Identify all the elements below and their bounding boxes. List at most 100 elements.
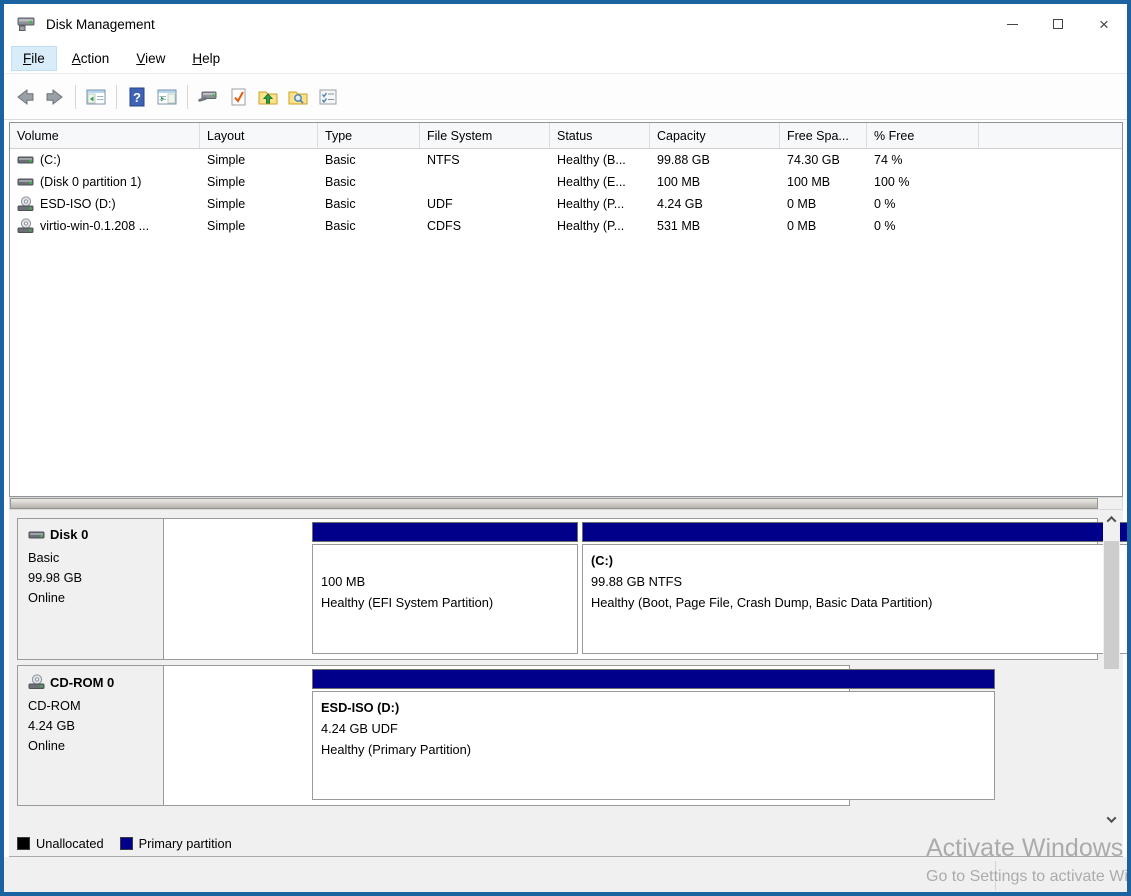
close-icon: ×: [1099, 16, 1109, 33]
partition-c[interactable]: (C:)99.88 GB NTFSHealthy (Boot, Page Fil…: [582, 522, 1131, 654]
status-bar: [4, 857, 1127, 896]
horizontal-scrollbar-thumb[interactable]: [10, 498, 1098, 509]
menu-action[interactable]: Action: [61, 47, 121, 70]
drive-icon: [17, 175, 35, 189]
console-tree-icon-button[interactable]: [81, 82, 111, 112]
column-header-status[interactable]: Status: [550, 123, 650, 148]
cell-type: Basic: [318, 149, 420, 171]
volume-table-body: (C:)SimpleBasicNTFSHealthy (B...99.88 GB…: [10, 149, 1122, 237]
scroll-down-button[interactable]: [1103, 811, 1120, 828]
cell-fs: CDFS: [420, 215, 550, 237]
volume-row-virtio-win-0-1-208[interactable]: virtio-win-0.1.208 ...SimpleBasicCDFSHea…: [10, 215, 1122, 237]
cell-capacity: 100 MB: [650, 171, 780, 193]
drive-icon: [17, 153, 35, 167]
checklist-icon-button[interactable]: [313, 82, 343, 112]
cell-free: 0 MB: [780, 193, 867, 215]
cell-status: Healthy (P...: [550, 215, 650, 237]
partition-100-mb[interactable]: 100 MBHealthy (EFI System Partition): [312, 522, 578, 654]
column-header-blank: [979, 123, 1122, 148]
disk-row-disk-0: Disk 0Basic99.98 GBOnline 100 MBHealthy (…: [17, 518, 1098, 660]
legend-bar: UnallocatedPrimary partition: [9, 830, 1123, 857]
back-arrow-icon: [14, 87, 36, 107]
volume-row-disk-0-partition-1[interactable]: (Disk 0 partition 1)SimpleBasicHealthy (…: [10, 171, 1122, 193]
help-icon-button[interactable]: ?: [122, 82, 152, 112]
check-disk-icon: [228, 87, 248, 107]
disk-row-cd-rom-0: CD-ROM 0CD-ROM4.24 GBOnlineESD-ISO (D:)4…: [17, 665, 850, 806]
partition-info-line: 4.24 GB UDF: [321, 718, 986, 739]
partition-info-line: 100 MB: [321, 571, 569, 592]
column-header-volume[interactable]: Volume: [10, 123, 200, 148]
menu-view[interactable]: View: [125, 47, 176, 70]
toolbar-separator: [116, 85, 117, 109]
check-disk-icon-button[interactable]: [223, 82, 253, 112]
minimize-icon: [1007, 24, 1018, 25]
close-button[interactable]: ×: [1081, 4, 1127, 44]
folder-up-icon-button[interactable]: [253, 82, 283, 112]
vertical-scrollbar[interactable]: [1103, 511, 1120, 828]
cell-free: 74.30 GB: [780, 149, 867, 171]
partition-info-line: 99.88 GB NTFS: [591, 571, 1131, 592]
cell-volume: (Disk 0 partition 1): [10, 171, 200, 193]
forward-arrow-icon: [44, 87, 66, 107]
cell-pct: 0 %: [867, 215, 979, 237]
disk-header-disk-0[interactable]: Disk 0Basic99.98 GBOnline: [18, 519, 164, 659]
menu-help[interactable]: Help: [181, 47, 231, 70]
action-pane-icon-button[interactable]: [152, 82, 182, 112]
chevron-up-icon: [1107, 516, 1117, 526]
vertical-scrollbar-thumb[interactable]: [1104, 541, 1119, 669]
cell-capacity: 531 MB: [650, 215, 780, 237]
disk-header-cd-rom-0[interactable]: CD-ROM 0CD-ROM4.24 GBOnline: [18, 666, 164, 805]
cell-volume: (C:): [10, 149, 200, 171]
volume-row-c[interactable]: (C:)SimpleBasicNTFSHealthy (B...99.88 GB…: [10, 149, 1122, 171]
horizontal-scrollbar[interactable]: [9, 497, 1123, 510]
menu-file[interactable]: File: [12, 47, 56, 70]
legend-swatch: [120, 837, 133, 850]
toolbar-separator: [187, 85, 188, 109]
column-header-free[interactable]: % Free: [867, 123, 979, 148]
volume-row-esd-iso-d[interactable]: ESD-ISO (D:)SimpleBasicUDFHealthy (P...4…: [10, 193, 1122, 215]
partition-color-strip: [582, 522, 1131, 542]
disk-management-icon: [16, 15, 36, 33]
legend-item-unallocated: Unallocated: [17, 836, 104, 851]
volume-table-header: VolumeLayoutTypeFile SystemStatusCapacit…: [10, 123, 1122, 149]
toolbar-separator: [75, 85, 76, 109]
cell-layout: Simple: [200, 149, 318, 171]
disk-info-line: 4.24 GB: [28, 716, 163, 736]
toolbar: ?: [4, 74, 1127, 120]
partition-info-line: Healthy (Primary Partition): [321, 739, 986, 760]
disk-graphic-pane: Disk 0Basic99.98 GBOnline100 MBHealthy (…: [9, 510, 1123, 830]
column-header-file-system[interactable]: File System: [420, 123, 550, 148]
column-header-type[interactable]: Type: [318, 123, 420, 148]
column-header-layout[interactable]: Layout: [200, 123, 318, 148]
cell-layout: Simple: [200, 193, 318, 215]
cell-volume: virtio-win-0.1.208 ...: [10, 215, 200, 237]
partition-esd-iso-d[interactable]: ESD-ISO (D:)4.24 GB UDFHealthy (Primary …: [312, 669, 995, 800]
folder-search-icon-button[interactable]: [283, 82, 313, 112]
partition-title: ESD-ISO (D:): [321, 697, 986, 718]
disk-info-line: CD-ROM: [28, 696, 163, 716]
back-arrow-icon-button[interactable]: [10, 82, 40, 112]
action-pane-icon: [156, 88, 178, 106]
partition-info-line: Healthy (EFI System Partition): [321, 592, 569, 613]
folder-search-icon: [287, 88, 309, 106]
rescan-disks-icon-button[interactable]: [193, 82, 223, 112]
cell-free: 100 MB: [780, 171, 867, 193]
cell-status: Healthy (E...: [550, 171, 650, 193]
scroll-up-button[interactable]: [1103, 511, 1120, 528]
partition-color-strip: [312, 522, 578, 542]
minimize-button[interactable]: [989, 4, 1035, 44]
status-bar-divider: [995, 861, 996, 890]
cell-type: Basic: [318, 171, 420, 193]
forward-arrow-icon-button[interactable]: [40, 82, 70, 112]
disk-info-line: Basic: [28, 548, 163, 568]
cell-type: Basic: [318, 215, 420, 237]
console-tree-icon: [85, 88, 107, 106]
cell-fs: NTFS: [420, 149, 550, 171]
cell-pct: 0 %: [867, 193, 979, 215]
column-header-capacity[interactable]: Capacity: [650, 123, 780, 148]
partition-info-line: Healthy (Boot, Page File, Crash Dump, Ba…: [591, 592, 1131, 613]
disk-info-line: Online: [28, 588, 163, 608]
column-header-free-spa[interactable]: Free Spa...: [780, 123, 867, 148]
legend-label: Unallocated: [36, 836, 104, 851]
maximize-button[interactable]: [1035, 4, 1081, 44]
